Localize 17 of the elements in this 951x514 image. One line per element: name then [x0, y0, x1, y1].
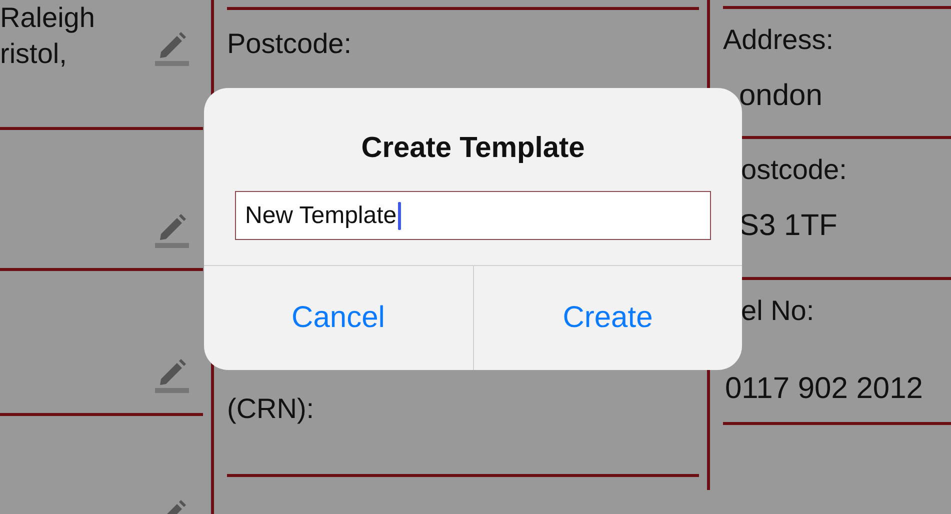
- create-button[interactable]: Create: [472, 266, 742, 370]
- field-label: Postcode:: [227, 27, 352, 61]
- dialog-title: Create Template: [360, 131, 586, 166]
- cancel-button[interactable]: Cancel: [204, 266, 472, 370]
- address-text: Raleigh: [0, 1, 95, 35]
- field-value: ondon: [739, 79, 822, 113]
- field-label: el No:: [741, 294, 814, 328]
- template-name-field[interactable]: New Template: [235, 191, 711, 240]
- field-label: ostcode:: [741, 153, 847, 187]
- field-label: Address:: [723, 23, 834, 57]
- edit-icon[interactable]: [155, 212, 189, 248]
- address-text: ristol,: [0, 37, 67, 71]
- edit-icon[interactable]: [155, 30, 189, 66]
- field-value: S3 1TF: [739, 209, 838, 243]
- field-value: 0117 902 2012: [725, 372, 923, 406]
- edit-icon[interactable]: [155, 357, 189, 393]
- field-label: (CRN):: [227, 392, 314, 426]
